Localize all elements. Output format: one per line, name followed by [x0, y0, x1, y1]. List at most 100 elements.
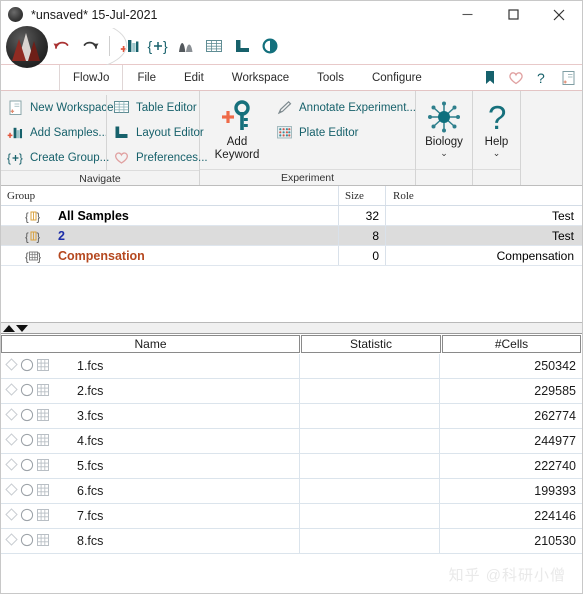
triangle-down-icon[interactable] — [16, 324, 28, 332]
grid-icon[interactable] — [36, 508, 50, 525]
experiment-column: Annotate Experiment... Plate Editor — [270, 95, 416, 145]
sample-cell-count: 222740 — [534, 459, 576, 473]
sample-row[interactable]: 5.fcs 222740 — [1, 454, 582, 479]
ribbon-group-experiment: Add Keyword Annotate Experiment... Plate… — [200, 91, 416, 185]
chevron-down-icon[interactable]: ⌄ — [440, 149, 448, 158]
biology-icon — [425, 98, 463, 136]
menu-item-edit[interactable]: Edit — [170, 65, 218, 90]
sample-row[interactable]: 8.fcs 210530 — [1, 529, 582, 554]
sample-cell-count: 210530 — [534, 534, 576, 548]
group-column-header-size[interactable]: Size — [339, 186, 386, 205]
grid-icon[interactable] — [36, 533, 50, 550]
diamond-icon[interactable] — [5, 408, 18, 424]
grid-icon[interactable] — [36, 483, 50, 500]
preferences-button[interactable]: Preferences... — [110, 145, 208, 170]
biology-button[interactable]: Biology ⌄ — [416, 95, 472, 158]
plate-editor-button[interactable]: Plate Editor — [273, 120, 412, 145]
sample-cell-statistic — [300, 504, 440, 528]
group-row[interactable]: { } 2 8 Test — [1, 226, 582, 246]
navigate-column-1: New Workspace Add Samples... {} Create … — [1, 95, 114, 170]
sample-column-header-cells[interactable]: #Cells — [442, 335, 581, 353]
group-column-header-group[interactable]: Group — [1, 186, 339, 205]
close-icon[interactable] — [536, 1, 582, 28]
sample-cell-count: 199393 — [534, 484, 576, 498]
add-keyword-button[interactable]: Add Keyword — [206, 95, 268, 162]
circle-icon[interactable] — [20, 408, 34, 425]
sample-name-label: 2.fcs — [77, 384, 104, 398]
menu-item-flowjo[interactable]: FlowJo — [59, 65, 124, 90]
triangle-up-icon[interactable] — [3, 324, 15, 332]
sample-row[interactable]: 2.fcs 229585 — [1, 379, 582, 404]
new-workspace-label: New Workspace — [30, 101, 114, 114]
panel-splitter[interactable] — [1, 323, 582, 334]
sample-row[interactable]: 6.fcs 199393 — [1, 479, 582, 504]
sample-row-icons — [1, 483, 50, 500]
sample-column-header-name[interactable]: Name — [1, 335, 300, 353]
sample-row[interactable]: 4.fcs 244977 — [1, 429, 582, 454]
group-table-header: Group Size Role — [1, 186, 582, 206]
add-samples-button[interactable]: Add Samples... — [4, 120, 108, 145]
group-panel-empty-space — [1, 266, 582, 322]
sample-row-icons — [1, 408, 50, 425]
create-group-button[interactable]: { } Create Group... — [4, 145, 109, 170]
sample-column-header-statistic[interactable]: Statistic — [301, 335, 441, 353]
grid-icon[interactable] — [36, 433, 50, 450]
sample-name-label: 3.fcs — [77, 409, 104, 423]
diamond-icon[interactable] — [5, 508, 18, 524]
diamond-icon[interactable] — [5, 533, 18, 549]
table-editor-button[interactable]: Table Editor — [110, 95, 197, 120]
plate-editor-icon — [276, 124, 293, 141]
circle-icon[interactable] — [20, 433, 34, 450]
menu-item-configure[interactable]: Configure — [358, 65, 436, 90]
watermark-text: 知乎 @科研小僧 — [448, 567, 566, 584]
group-row[interactable]: { } All Samples 32 Test — [1, 206, 582, 226]
grid-icon[interactable] — [36, 458, 50, 475]
diamond-icon[interactable] — [5, 458, 18, 474]
bookmark-icon[interactable] — [480, 68, 500, 88]
group-column-header-role[interactable]: Role — [386, 186, 582, 205]
sample-row[interactable]: 1.fcs 250342 — [1, 354, 582, 379]
minimize-icon[interactable] — [444, 1, 490, 28]
biology-icon[interactable] — [257, 32, 283, 60]
ribbon-caption-help — [473, 169, 520, 185]
new-workspace-icon[interactable] — [558, 68, 578, 88]
menu-item-tools[interactable]: Tools — [303, 65, 358, 90]
sample-row[interactable]: 7.fcs 224146 — [1, 504, 582, 529]
diamond-icon[interactable] — [5, 433, 18, 449]
group-row[interactable]: { } Compensation 0 Compensation — [1, 246, 582, 266]
redo-icon[interactable] — [77, 32, 103, 60]
annotate-experiment-button[interactable]: Annotate Experiment... — [273, 95, 416, 120]
circle-icon[interactable] — [20, 358, 34, 375]
table-editor-icon[interactable] — [201, 32, 227, 60]
undo-icon[interactable] — [49, 32, 75, 60]
circle-icon[interactable] — [20, 383, 34, 400]
maximize-icon[interactable] — [490, 1, 536, 28]
sample-row[interactable]: 3.fcs 262774 — [1, 404, 582, 429]
chevron-down-icon[interactable]: ⌄ — [493, 149, 501, 158]
create-group-icon[interactable]: { } — [145, 32, 171, 60]
circle-icon[interactable] — [20, 508, 34, 525]
histogram-icon[interactable] — [173, 32, 199, 60]
circle-icon[interactable] — [20, 533, 34, 550]
add-samples-icon[interactable] — [117, 32, 143, 60]
grid-icon[interactable] — [36, 358, 50, 375]
flowjo-app-logo[interactable] — [6, 26, 48, 68]
new-workspace-button[interactable]: New Workspace — [4, 95, 114, 120]
menu-item-workspace[interactable]: Workspace — [218, 65, 303, 90]
sample-name-label: 5.fcs — [77, 459, 104, 473]
question-mark-icon[interactable]: ? — [532, 68, 552, 88]
grid-icon[interactable] — [36, 383, 50, 400]
grid-icon[interactable] — [36, 408, 50, 425]
diamond-icon[interactable] — [5, 483, 18, 499]
circle-icon[interactable] — [20, 483, 34, 500]
layout-editor-button[interactable]: Layout Editor — [110, 120, 204, 145]
menu-item-file[interactable]: File — [123, 65, 170, 90]
create-group-icon: { } — [7, 149, 24, 166]
help-button[interactable]: ? Help ⌄ — [475, 95, 519, 158]
diamond-icon[interactable] — [5, 383, 18, 399]
layout-editor-icon[interactable] — [229, 32, 255, 60]
circle-icon[interactable] — [20, 458, 34, 475]
heart-icon[interactable] — [506, 68, 526, 88]
diamond-icon[interactable] — [5, 358, 18, 374]
annotate-experiment-label: Annotate Experiment... — [299, 101, 416, 114]
